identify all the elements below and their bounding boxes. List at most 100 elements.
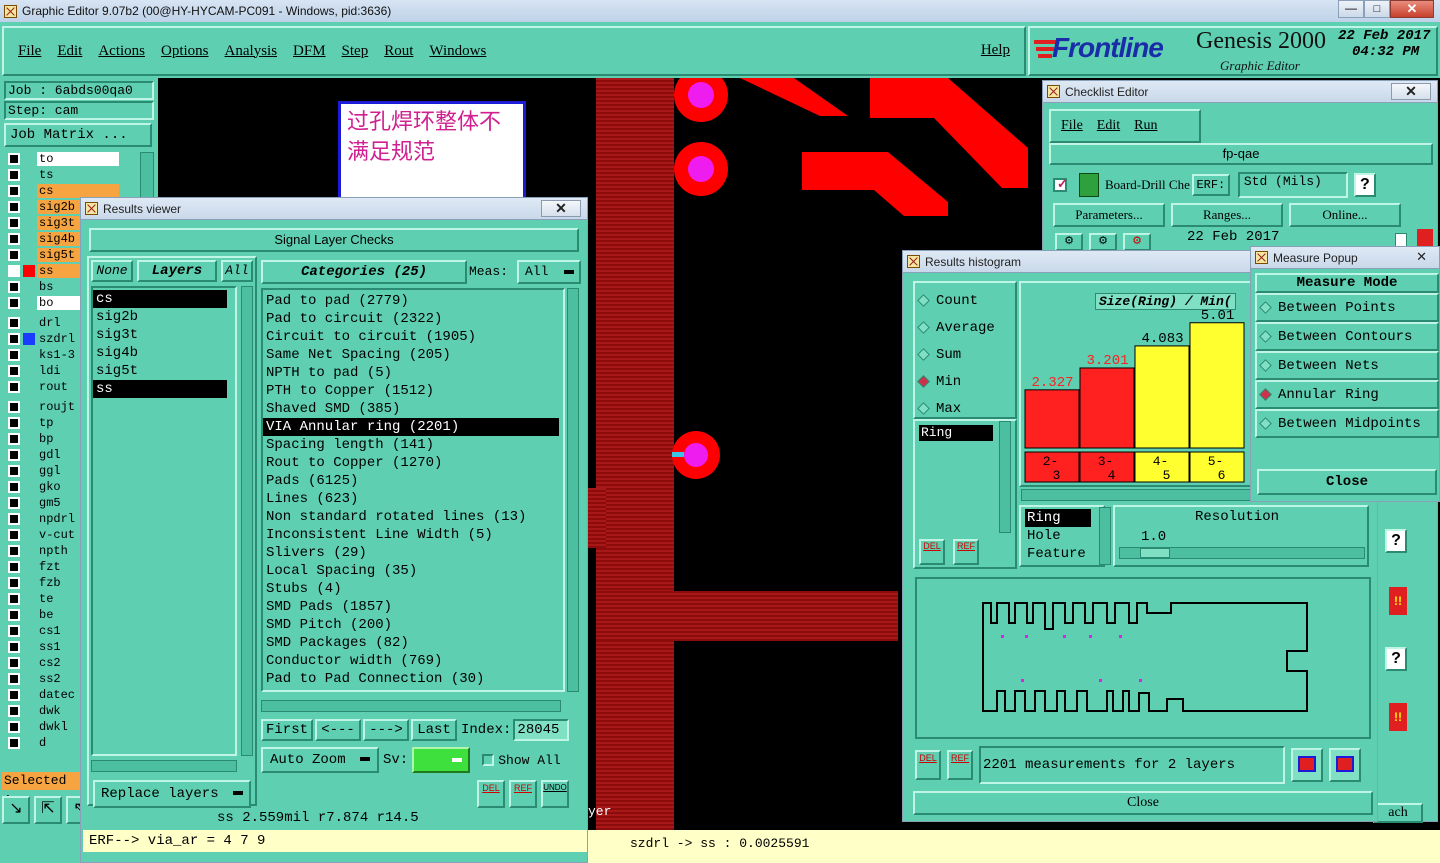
index-input[interactable]: 28045 bbox=[513, 719, 570, 741]
measure-close-button[interactable]: Close bbox=[1257, 469, 1437, 495]
first-button[interactable]: First bbox=[261, 719, 313, 741]
category-hscroll[interactable] bbox=[261, 700, 561, 712]
layer-visibility-checkbox[interactable] bbox=[8, 297, 20, 309]
fields-scrollbar[interactable] bbox=[1099, 507, 1111, 565]
hist-del-button[interactable]: DEL bbox=[919, 539, 945, 565]
layer-visibility-checkbox[interactable] bbox=[8, 365, 20, 377]
undo-button[interactable]: UNDO bbox=[541, 780, 569, 808]
menu-rout[interactable]: Rout bbox=[384, 43, 413, 60]
auto-zoom-select[interactable]: Auto Zoom bbox=[261, 747, 379, 773]
layer-visibility-checkbox[interactable] bbox=[8, 529, 20, 541]
prev-button[interactable]: <--- bbox=[315, 719, 361, 741]
category-item[interactable]: Conductor width (769) bbox=[263, 652, 563, 670]
q-button-1[interactable]: ? bbox=[1385, 529, 1407, 553]
measure-close-icon[interactable]: ✕ bbox=[1416, 249, 1427, 265]
field-scrollbar[interactable] bbox=[999, 421, 1011, 533]
category-item[interactable]: Pad to pad (2779) bbox=[263, 292, 563, 310]
layer-visibility-checkbox[interactable] bbox=[8, 577, 20, 589]
layer-color-swatch[interactable] bbox=[23, 381, 35, 393]
category-item[interactable]: NPTH to pad (5) bbox=[263, 364, 563, 382]
layer-color-swatch[interactable] bbox=[23, 153, 35, 165]
layer-color-swatch[interactable] bbox=[23, 217, 35, 229]
layer-color-swatch[interactable] bbox=[23, 281, 35, 293]
checklist-menu-edit[interactable]: Edit bbox=[1097, 118, 1120, 134]
zoom-out-preview-icon[interactable] bbox=[1329, 748, 1361, 782]
menu-options[interactable]: Options bbox=[161, 43, 209, 60]
category-item[interactable]: SMD Packages (82) bbox=[263, 634, 563, 652]
category-item[interactable]: Circuit to circuit (1905) bbox=[263, 328, 563, 346]
layer-color-swatch[interactable] bbox=[23, 577, 35, 589]
layer-color-swatch[interactable] bbox=[23, 593, 35, 605]
category-item[interactable]: PTH to Copper (1512) bbox=[263, 382, 563, 400]
menu-actions[interactable]: Actions bbox=[98, 43, 145, 60]
layer-color-swatch[interactable] bbox=[23, 417, 35, 429]
layer-visibility-checkbox[interactable] bbox=[8, 497, 20, 509]
ranges-button[interactable]: Ranges... bbox=[1171, 203, 1283, 227]
layer-color-swatch[interactable] bbox=[23, 333, 35, 345]
mode-max[interactable]: Max bbox=[915, 395, 1015, 422]
resolution-slider[interactable] bbox=[1119, 547, 1365, 559]
job-matrix-button[interactable]: Job Matrix ... bbox=[4, 123, 152, 147]
preview-ref-button[interactable]: REF bbox=[947, 750, 973, 780]
layer-visibility-checkbox[interactable] bbox=[8, 217, 20, 229]
sv-color-select[interactable] bbox=[412, 747, 471, 773]
show-all-checkbox[interactable] bbox=[482, 754, 495, 766]
histogram-bar[interactable] bbox=[1134, 345, 1190, 449]
mode-min[interactable]: Min bbox=[915, 368, 1015, 395]
erf-button[interactable]: ERF: bbox=[1191, 174, 1230, 196]
layer-visibility-checkbox[interactable] bbox=[8, 481, 20, 493]
histogram-close-button[interactable]: Close bbox=[913, 791, 1373, 815]
mode-average[interactable]: Average bbox=[915, 314, 1015, 341]
category-item[interactable]: SMD Pads (1857) bbox=[263, 598, 563, 616]
layer-visibility-checkbox[interactable] bbox=[8, 737, 20, 749]
layer-row-to[interactable]: to bbox=[0, 151, 140, 167]
layer-list-scrollbar[interactable] bbox=[241, 286, 253, 756]
layer-row-ts[interactable]: ts bbox=[0, 167, 140, 183]
layer-color-swatch[interactable] bbox=[23, 673, 35, 685]
measure-option[interactable]: Between Contours bbox=[1255, 322, 1439, 351]
measure-option[interactable]: Annular Ring bbox=[1255, 380, 1439, 409]
q-button-2[interactable]: ? bbox=[1385, 647, 1407, 671]
radio-icon[interactable] bbox=[1259, 359, 1272, 372]
category-item[interactable]: Pad to Pad Connection (30) bbox=[263, 670, 563, 688]
check-item-checkbox[interactable]: ✓ bbox=[1053, 176, 1068, 192]
radio-icon[interactable] bbox=[917, 294, 930, 307]
layer-visibility-checkbox[interactable] bbox=[8, 349, 20, 361]
layer-color-swatch[interactable] bbox=[23, 401, 35, 413]
stop-check-icon[interactable]: ⚙ bbox=[1123, 233, 1151, 251]
category-item[interactable]: Rout to Copper (1270) bbox=[263, 454, 563, 472]
del-button[interactable]: DEL bbox=[477, 780, 505, 808]
online-button[interactable]: Online... bbox=[1289, 203, 1401, 227]
histogram-field-hole[interactable]: Hole bbox=[1025, 527, 1091, 545]
category-item[interactable]: Pad to circuit (2322) bbox=[263, 310, 563, 328]
radio-icon[interactable] bbox=[1259, 330, 1272, 343]
layer-visibility-checkbox[interactable] bbox=[8, 381, 20, 393]
menu-dfm[interactable]: DFM bbox=[293, 43, 326, 60]
radio-icon[interactable] bbox=[1259, 417, 1272, 430]
layer-color-swatch[interactable] bbox=[23, 561, 35, 573]
ring-selection[interactable]: Ring bbox=[919, 425, 993, 441]
layer-visibility-checkbox[interactable] bbox=[8, 513, 20, 525]
layer-color-swatch[interactable] bbox=[23, 609, 35, 621]
layer-color-swatch[interactable] bbox=[23, 365, 35, 377]
layer-visibility-checkbox[interactable] bbox=[8, 265, 20, 277]
histogram-field-feature[interactable]: Feature bbox=[1025, 545, 1091, 563]
radio-icon[interactable] bbox=[917, 402, 930, 415]
layer-color-swatch[interactable] bbox=[23, 705, 35, 717]
layer-visibility-checkbox[interactable] bbox=[8, 185, 20, 197]
layer-visibility-checkbox[interactable] bbox=[8, 625, 20, 637]
category-item[interactable]: SMD Pitch (200) bbox=[263, 616, 563, 634]
hist-ref-button[interactable]: REF bbox=[953, 539, 979, 565]
layer-visibility-checkbox[interactable] bbox=[8, 609, 20, 621]
menu-analysis[interactable]: Analysis bbox=[225, 43, 278, 60]
check-item-name[interactable]: Board-Drill Che bbox=[1105, 177, 1190, 193]
layer-color-swatch[interactable] bbox=[23, 265, 35, 277]
histogram-bar[interactable] bbox=[1024, 389, 1080, 449]
category-item[interactable]: Inconsistent Line Width (5) bbox=[263, 526, 563, 544]
layer-visibility-checkbox[interactable] bbox=[8, 641, 20, 653]
layer-visibility-checkbox[interactable] bbox=[8, 233, 20, 245]
none-button[interactable]: None bbox=[91, 260, 133, 282]
layer-color-swatch[interactable] bbox=[23, 169, 35, 181]
minimize-button[interactable]: — bbox=[1338, 0, 1364, 18]
checklist-menu-file[interactable]: File bbox=[1061, 118, 1083, 134]
